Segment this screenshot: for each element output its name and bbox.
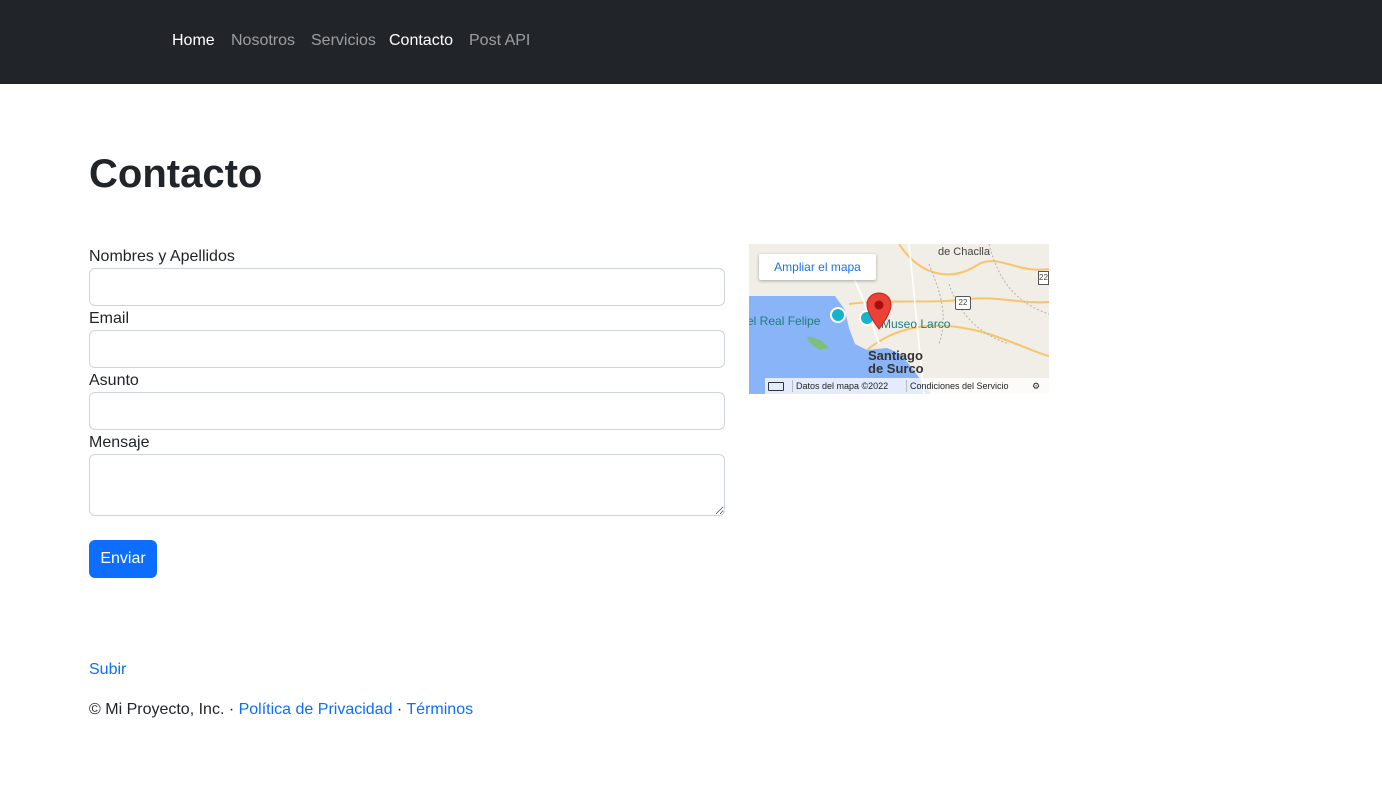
nav-home[interactable]: Home: [172, 31, 215, 51]
email-input[interactable]: [89, 330, 725, 368]
top-navbar: Home Nosotros Servicios Contacto Post AP…: [0, 0, 1382, 84]
map-label-real-felipe: el Real Felipe: [749, 314, 821, 328]
copyright-text: © Mi Proyecto, Inc. ·: [89, 701, 239, 718]
message-label: Mensaje: [89, 434, 150, 451]
route-22-badge: 22: [955, 296, 971, 310]
name-input[interactable]: [89, 268, 725, 306]
message-textarea[interactable]: [89, 454, 725, 516]
map-pin-icon: [866, 292, 892, 330]
terms-link[interactable]: Términos: [406, 701, 473, 718]
embedded-map[interactable]: Ampliar el mapa de Chaclla el Real Felip…: [749, 244, 1049, 394]
map-footer-divider: [792, 380, 793, 392]
camera-poi-icon: [830, 307, 846, 323]
map-attribution[interactable]: Datos del mapa ©2022: [796, 378, 888, 394]
map-label-surco: de Surco: [868, 361, 924, 376]
subject-input[interactable]: [89, 392, 725, 430]
nav-servicios[interactable]: Servicios: [311, 31, 376, 51]
map-footer-bar: Datos del mapa ©2022 Condiciones del Ser…: [765, 378, 1049, 394]
enlarge-map-button[interactable]: Ampliar el mapa: [759, 254, 876, 280]
name-label: Nombres y Apellidos: [89, 248, 235, 265]
map-label-chaclla: de Chaclla: [938, 246, 990, 258]
report-issue-icon[interactable]: ⚙: [1032, 378, 1040, 394]
route-22-badge: 22: [1038, 271, 1049, 285]
nav-post-api[interactable]: Post API: [469, 31, 530, 51]
map-footer-divider: [906, 380, 907, 392]
page-title: Contacto: [89, 152, 263, 196]
back-to-top-link[interactable]: Subir: [89, 660, 126, 680]
map-terms-link[interactable]: Condiciones del Servicio: [910, 378, 1009, 394]
email-label: Email: [89, 310, 130, 327]
submit-button[interactable]: Enviar: [89, 540, 157, 578]
keyboard-icon[interactable]: [768, 382, 784, 391]
privacy-link[interactable]: Política de Privacidad: [239, 701, 393, 718]
footer: © Mi Proyecto, Inc. · Política de Privac…: [89, 700, 473, 720]
nav-nosotros[interactable]: Nosotros: [231, 31, 295, 51]
nav-contacto[interactable]: Contacto: [389, 31, 453, 51]
footer-separator: ·: [392, 701, 407, 718]
subject-label: Asunto: [89, 372, 139, 389]
